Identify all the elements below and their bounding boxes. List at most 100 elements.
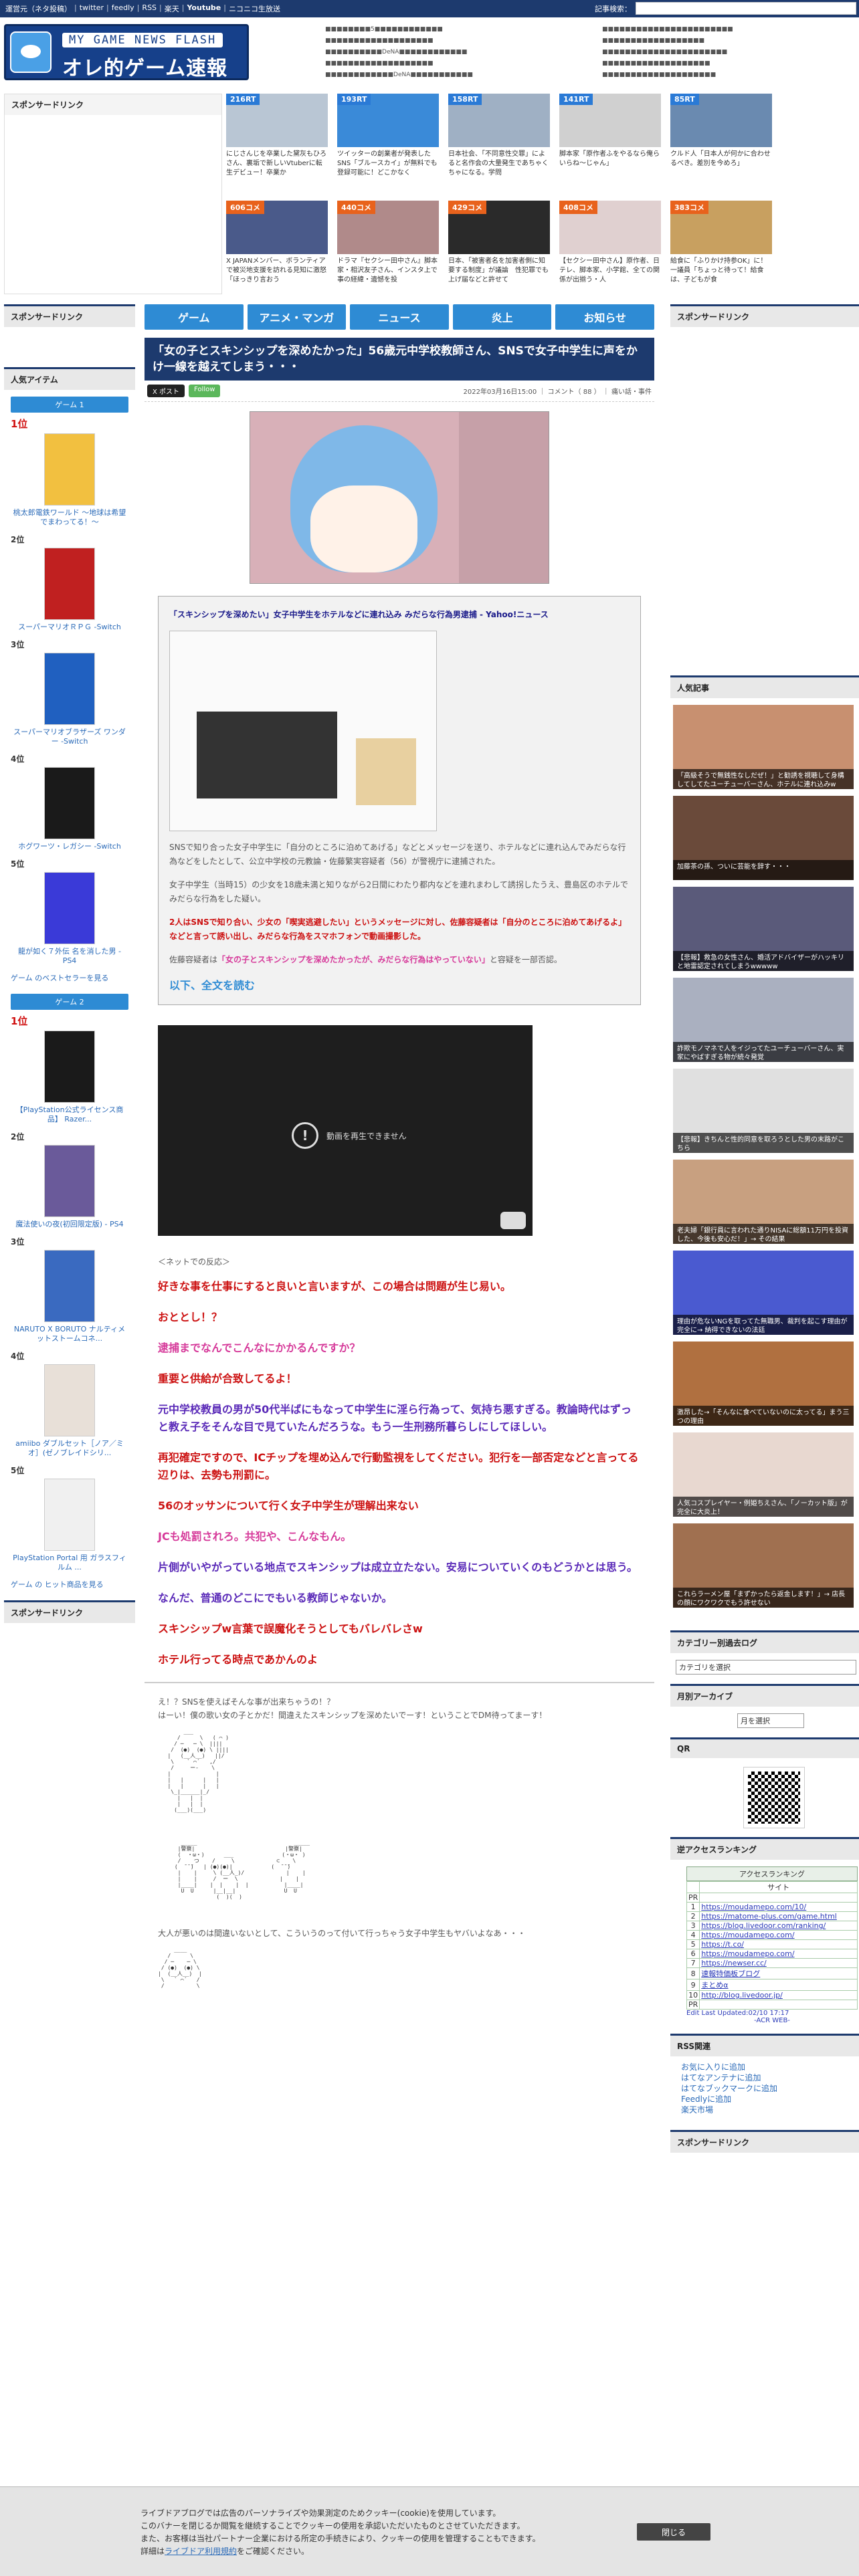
header-news-item[interactable]: ■■■■■■■■■■■■DeNA■■■■■■■■■■■	[325, 70, 519, 81]
x-post-button[interactable]: X ポスト	[147, 385, 185, 397]
product-image[interactable]	[44, 767, 95, 839]
popular-article[interactable]: 老夫婦「銀行員に言われた通りNISAに総額11万円を投資した、今後も安心だ！」→…	[673, 1160, 854, 1244]
header-news-item[interactable]: ■■■■■■■■■■■■■■■■■■■■	[602, 70, 756, 81]
rss-link[interactable]: お気に入りに追加	[681, 2062, 848, 2072]
follow-button[interactable]: Follow	[189, 385, 221, 397]
read-more-link[interactable]: 以下、全文を読む	[169, 976, 630, 992]
product-image[interactable]	[44, 1145, 95, 1217]
top-link[interactable]: feedly	[112, 3, 134, 14]
rss-link[interactable]: Feedlyに追加	[681, 2094, 848, 2105]
access-site-link[interactable]: 速報特価板ブログ	[701, 1969, 760, 1978]
terms-link[interactable]: ライブドア利用規約	[165, 2547, 237, 2556]
nav-tab[interactable]: アニメ・マンガ	[247, 304, 347, 330]
ranking-item[interactable]: 4位 ホグワーツ・レガシー -Switch	[4, 753, 135, 851]
product-image[interactable]	[44, 653, 95, 725]
top-link[interactable]: ニコニコ生放送	[229, 3, 280, 14]
monthly-select[interactable]: 月を選択	[737, 1713, 804, 1728]
popular-article[interactable]: これらラーメン屋「まずかったら返金します！」→ 店長の顔にワクワクでもう許せない	[673, 1523, 854, 1608]
header-news-item[interactable]: ■■■■■■■■■■■■■■■■■■	[602, 35, 756, 47]
top-link[interactable]: 楽天	[165, 3, 179, 14]
header-news-item[interactable]: ■■■■■■■■■■DeNA■■■■■■■■■■■■	[325, 47, 519, 58]
product-name[interactable]: NARUTO X BORUTO ナルティメットストームコネ...	[4, 1325, 135, 1344]
popular-article[interactable]: 人気コスプレイヤー・例姫ちえさん、「ノーカット版」が完全に大炎上！	[673, 1432, 854, 1517]
ranking-item[interactable]: 5位 龍が如く７外伝 名を消した男 - PS4	[4, 858, 135, 966]
ranking-item[interactable]: 5位 PlayStation Portal 用 ガラスフィルム ...	[4, 1465, 135, 1572]
popular-article[interactable]: 詐欺モノマネで人をイジってたユーチューバーさん、実家にやばすぎる物が続々発覚	[673, 978, 854, 1062]
ranking-item[interactable]: 2位 スーパーマリオＲＰＧ -Switch	[4, 534, 135, 632]
access-site-link[interactable]: https://blog.livedoor.com/ranking/	[701, 1922, 826, 1930]
top-link[interactable]: RSS	[142, 3, 157, 14]
hot-article-thumb[interactable]: 193RT ツイッターの創業者が発表したSNS「ブルースカイ」が無料でも登録可能に…	[337, 94, 439, 178]
popular-article[interactable]: 理由が危ないNGを取ってた無職男、裁判を起こす理由が完全に→ 納得できないの法廷	[673, 1251, 854, 1335]
product-image[interactable]	[44, 548, 95, 620]
hot-article-thumb[interactable]: 429コメ 日本、「被害者名を加害者側に知要する制度」が議論 性犯罪でも上げ届など…	[448, 201, 550, 285]
header-news-item[interactable]: ■■■■■■■■5■■■■■■■■■■■■	[325, 24, 519, 35]
cookie-close-button[interactable]: 閉じる	[637, 2523, 710, 2541]
ranking-item[interactable]: 1位 桃太郎電鉄ワールド ～地球は希望でまわってる！～	[4, 417, 135, 527]
hot-article-thumb[interactable]: 383コメ 給食に「ふりかけ持参OK」に！一議員「ちょっと待って！給食は、子どもが…	[670, 201, 772, 285]
product-image[interactable]	[44, 433, 95, 506]
product-name[interactable]: 【PlayStation公式ライセンス商品】 Razer...	[4, 1105, 135, 1124]
ranking-item[interactable]: 3位 スーパーマリオブラザーズ ワンダー -Switch	[4, 639, 135, 746]
top-link[interactable]: twitter	[80, 3, 104, 14]
product-name[interactable]: スーパーマリオＲＰＧ -Switch	[4, 623, 135, 632]
acr-web-link[interactable]: -ACR WEB-	[686, 2017, 858, 2024]
site-logo[interactable]: MY GAME NEWS FLASH オレ的ゲーム速報@JIN	[4, 24, 249, 104]
access-site-link[interactable]: https://moudamepo.com/	[701, 1931, 794, 1939]
rss-link[interactable]: はてなアンテナに追加	[681, 2072, 848, 2083]
popular-article[interactable]: 「高級そうで無銭性なしだぜ！」と勧誘を視聴して身構してしてたユーチューバーさん、…	[673, 705, 854, 789]
access-site-link[interactable]: https://t.co/	[701, 1941, 744, 1949]
ranking-item[interactable]: 2位 魔法使いの夜(初回限定版) - PS4	[4, 1131, 135, 1229]
top-link[interactable]: 運営元（ネタ投稿）	[5, 3, 72, 14]
article-title[interactable]: 「女の子とスキンシップを深めたかった」56歳元中学校教師さん、SNSで女子中学生…	[145, 338, 654, 381]
product-image[interactable]	[44, 1364, 95, 1436]
access-site-link[interactable]: https://matome-plus.com/game.html	[701, 1913, 837, 1921]
access-ranking-footer[interactable]: Edit Last Updated:02/10 17:17	[686, 2010, 858, 2017]
product-name[interactable]: ホグワーツ・レガシー -Switch	[4, 842, 135, 851]
hot-article-thumb[interactable]: 606コメ X JAPANメンバー、ボランティアで被災地支援を訪れる見知に激怒「ほ…	[226, 201, 328, 285]
hot-article-thumb[interactable]: 216RT にじさんじを卒業した黛灰もひろさん、裏垢で新しいVtuberに転生デビ…	[226, 94, 328, 178]
search-input[interactable]	[636, 2, 856, 15]
header-news-item[interactable]: ■■■■■■■■■■■■■■■■■■■	[325, 58, 519, 70]
nav-tab[interactable]: お知らせ	[555, 304, 654, 330]
quote-link-title[interactable]: 「スキンシップを深めたい」女子中学生をホテルなどに連れ込み みだらな行為男逮捕 …	[169, 609, 630, 620]
embedded-video[interactable]: ! 動画を再生できません	[158, 1025, 533, 1236]
rss-link[interactable]: 楽天市場	[681, 2105, 848, 2115]
header-news-item[interactable]: ■■■■■■■■■■■■■■■■■■■	[602, 58, 756, 70]
bestseller-link[interactable]: ゲーム の ヒット商品を見る	[4, 1579, 135, 1590]
product-name[interactable]: 龍が如く７外伝 名を消した男 - PS4	[4, 947, 135, 966]
ranking-item[interactable]: 3位 NARUTO X BORUTO ナルティメットストームコネ...	[4, 1236, 135, 1344]
header-news-item[interactable]: ■■■■■■■■■■■■■■■■■■■	[325, 35, 519, 47]
product-name[interactable]: PlayStation Portal 用 ガラスフィルム ...	[4, 1553, 135, 1572]
nav-tab[interactable]: 炎上	[452, 304, 552, 330]
category-select[interactable]: カテゴリを選択	[676, 1660, 856, 1675]
product-name[interactable]: スーパーマリオブラザーズ ワンダー -Switch	[4, 728, 135, 746]
product-image[interactable]	[44, 1031, 95, 1103]
nav-tab[interactable]: ニュース	[350, 304, 449, 330]
rss-link[interactable]: はてなブックマークに追加	[681, 2083, 848, 2094]
product-image[interactable]	[44, 1250, 95, 1322]
popular-article[interactable]: 加藤茶の孫、ついに芸能を辞す・・・	[673, 796, 854, 880]
ranking-item[interactable]: 4位 amiibo ダブルセット［ノア／ミオ］(ゼノブレイドシリ...	[4, 1350, 135, 1458]
product-image[interactable]	[44, 872, 95, 944]
access-site-link[interactable]: https://newser.cc/	[701, 1959, 766, 1967]
top-link[interactable]: Youtube	[187, 3, 221, 14]
hot-article-thumb[interactable]: 158RT 日本社会、「不同意性交罪」によると名作会の大量発生であちゃくちゃになる…	[448, 94, 550, 178]
header-news-item[interactable]: ■■■■■■■■■■■■■■■■■■■■■■	[602, 47, 756, 58]
product-name[interactable]: 桃太郎電鉄ワールド ～地球は希望でまわってる！～	[4, 508, 135, 527]
header-news-item[interactable]: ■■■■■■■■■■■■■■■■■■■■■■■	[602, 24, 756, 35]
access-site-link[interactable]: https://moudamepo.com/10/	[701, 1903, 806, 1911]
nav-tab[interactable]: ゲーム	[145, 304, 244, 330]
hot-article-thumb[interactable]: 408コメ 【セクシー田中さん】原作者、日テレ、脚本家、小学館、全ての関係が出揃う…	[559, 201, 661, 285]
access-site-link[interactable]: https://moudamepo.com/	[701, 1950, 794, 1958]
product-image[interactable]	[44, 1479, 95, 1551]
access-site-link[interactable]: http://blog.livedoor.jp/	[701, 1992, 783, 2000]
hot-article-thumb[interactable]: 85RT クルド人「日本人が何かに合わせるべき。差別を今めろ」	[670, 94, 772, 178]
product-name[interactable]: amiibo ダブルセット［ノア／ミオ］(ゼノブレイドシリ...	[4, 1439, 135, 1458]
popular-article[interactable]: 【悲報】救急の女性さん、婚活アドバイザーがハッキリと地雷認定されてしまうwwww…	[673, 887, 854, 971]
product-name[interactable]: 魔法使いの夜(初回限定版) - PS4	[4, 1220, 135, 1229]
bestseller-link[interactable]: ゲーム のベストセラーを見る	[4, 972, 135, 983]
popular-article[interactable]: 激昂した→「そんなに食べていないのに太ってる」まう三つの理由	[673, 1341, 854, 1426]
hot-article-thumb[interactable]: 141RT 脚本家「原作者ふをやるなら俺らいらね〜じゃん」	[559, 94, 661, 178]
hot-article-thumb[interactable]: 440コメ ドラマ『セクシー田中さん』脚本家・相沢友子さん、インスタ上で事の経緯・…	[337, 201, 439, 285]
